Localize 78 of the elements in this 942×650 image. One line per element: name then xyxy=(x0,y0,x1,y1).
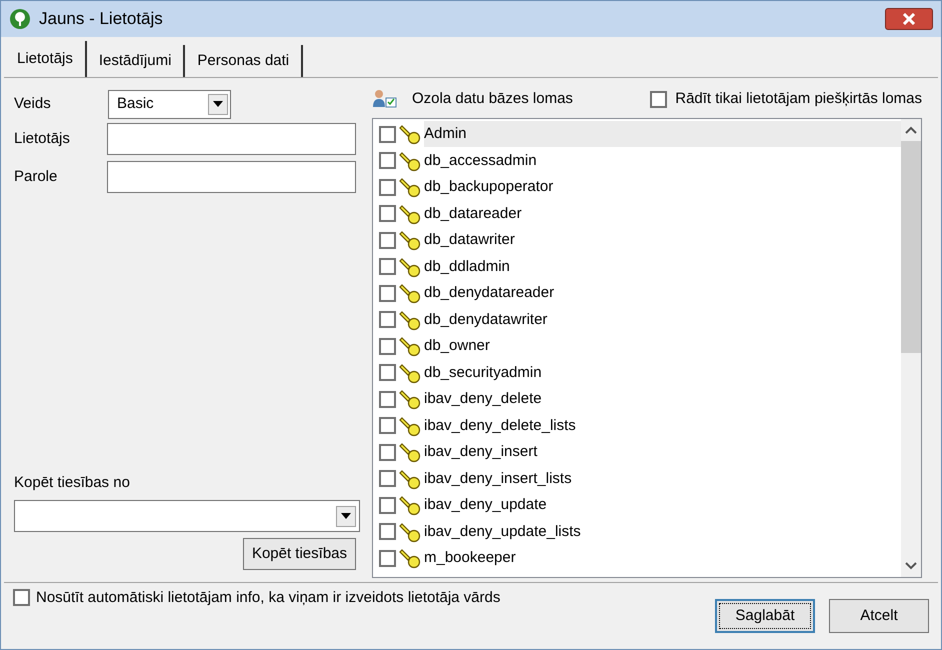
role-item[interactable]: db_ddladmin xyxy=(424,254,901,280)
key-icon xyxy=(399,150,421,172)
role-item[interactable]: db_datawriter xyxy=(424,227,901,254)
key-icon xyxy=(399,202,421,225)
password-field[interactable] xyxy=(106,161,356,193)
window-title: Jauns - Lietotājs xyxy=(39,8,163,30)
dialog-button[interactable]: Atcelt xyxy=(829,599,929,633)
checkbox[interactable] xyxy=(650,90,668,108)
role-item[interactable]: db_owner xyxy=(424,333,901,360)
close-icon xyxy=(902,13,916,25)
checkbox[interactable] xyxy=(379,523,396,540)
role-item[interactable]: Admin xyxy=(424,121,901,148)
checkbox[interactable] xyxy=(379,126,396,143)
key-icon xyxy=(399,494,421,516)
type-label: Veids xyxy=(14,94,52,114)
caret-icon xyxy=(341,513,351,519)
key-icon xyxy=(399,362,421,384)
scrollbar[interactable] xyxy=(901,119,921,577)
copy-rights-button[interactable]: Kopēt tiesības xyxy=(242,538,356,570)
user-label: Lietotājs xyxy=(14,128,71,149)
key-icon xyxy=(399,123,421,146)
checkbox[interactable] xyxy=(379,311,396,328)
key-icon xyxy=(399,388,421,410)
role-item[interactable]: m_bookeeper xyxy=(424,545,901,572)
role-item[interactable]: ibav_deny_insert xyxy=(424,439,901,466)
user-check-icon xyxy=(372,89,398,109)
checkbox[interactable] xyxy=(379,364,396,382)
checkbox[interactable] xyxy=(379,390,396,408)
role-item[interactable]: db_denydatareader xyxy=(424,280,901,306)
role-item[interactable]: ibav_deny_update xyxy=(424,492,901,518)
type-select[interactable]: Basic xyxy=(108,90,231,118)
caret-icon xyxy=(213,101,223,107)
notify-label: Nosūtīt automātiski lietotājam info, ka viņam ir izveidots lietotāja vārds xyxy=(36,589,500,607)
roles-title: Ozola datu bāzes lomas xyxy=(412,88,573,109)
checkbox[interactable] xyxy=(379,284,396,302)
key-icon xyxy=(399,282,421,304)
role-item[interactable]: db_datareader xyxy=(424,200,901,227)
checkbox[interactable] xyxy=(379,205,396,222)
key-icon xyxy=(399,547,421,570)
key-icon xyxy=(399,176,421,198)
role-item[interactable]: ibav_deny_delete_lists xyxy=(424,412,901,439)
dropdown-button[interactable] xyxy=(208,94,228,114)
close-button[interactable] xyxy=(885,8,933,30)
copy-select[interactable] xyxy=(14,500,360,532)
role-item[interactable]: db_backupoperator xyxy=(424,174,901,200)
checkbox[interactable] xyxy=(379,178,396,196)
key-icon xyxy=(399,229,421,252)
scroll-thumb[interactable] xyxy=(901,141,921,353)
checkbox[interactable] xyxy=(379,417,396,434)
key-icon xyxy=(399,441,421,464)
role-item[interactable]: db_securityadmin xyxy=(424,360,901,386)
checkbox[interactable] xyxy=(379,470,396,488)
checkbox[interactable] xyxy=(379,496,396,514)
password-label: Parole xyxy=(14,166,58,187)
role-item[interactable]: ibav_deny_update_lists xyxy=(424,518,901,545)
checkbox[interactable] xyxy=(379,258,396,276)
checkbox[interactable] xyxy=(13,589,30,606)
role-item[interactable]: ibav_deny_delete xyxy=(424,386,901,412)
role-item[interactable]: db_denydatawriter xyxy=(424,306,901,333)
key-icon xyxy=(399,520,421,543)
filter-label: Rādīt tikai lietotājam piešķirtās lomas xyxy=(675,88,922,109)
tree-logo-icon xyxy=(9,8,31,30)
dropdown-button[interactable] xyxy=(336,506,356,526)
checkbox[interactable] xyxy=(379,338,396,355)
key-icon xyxy=(399,256,421,278)
role-item[interactable]: ibav_deny_insert_lists xyxy=(424,466,901,492)
key-icon xyxy=(399,468,421,490)
checkbox[interactable] xyxy=(379,550,396,567)
key-icon xyxy=(399,308,421,331)
checkbox[interactable] xyxy=(379,444,396,461)
key-icon xyxy=(399,335,421,358)
role-item[interactable]: db_accessadmin xyxy=(424,148,901,174)
user-field[interactable] xyxy=(106,123,356,155)
dialog-button[interactable]: Saglabāt xyxy=(715,599,815,633)
key-icon xyxy=(399,414,421,437)
checkbox[interactable] xyxy=(379,232,396,249)
checkbox[interactable] xyxy=(379,152,396,170)
copy-label: Kopēt tiesības no xyxy=(14,472,131,492)
